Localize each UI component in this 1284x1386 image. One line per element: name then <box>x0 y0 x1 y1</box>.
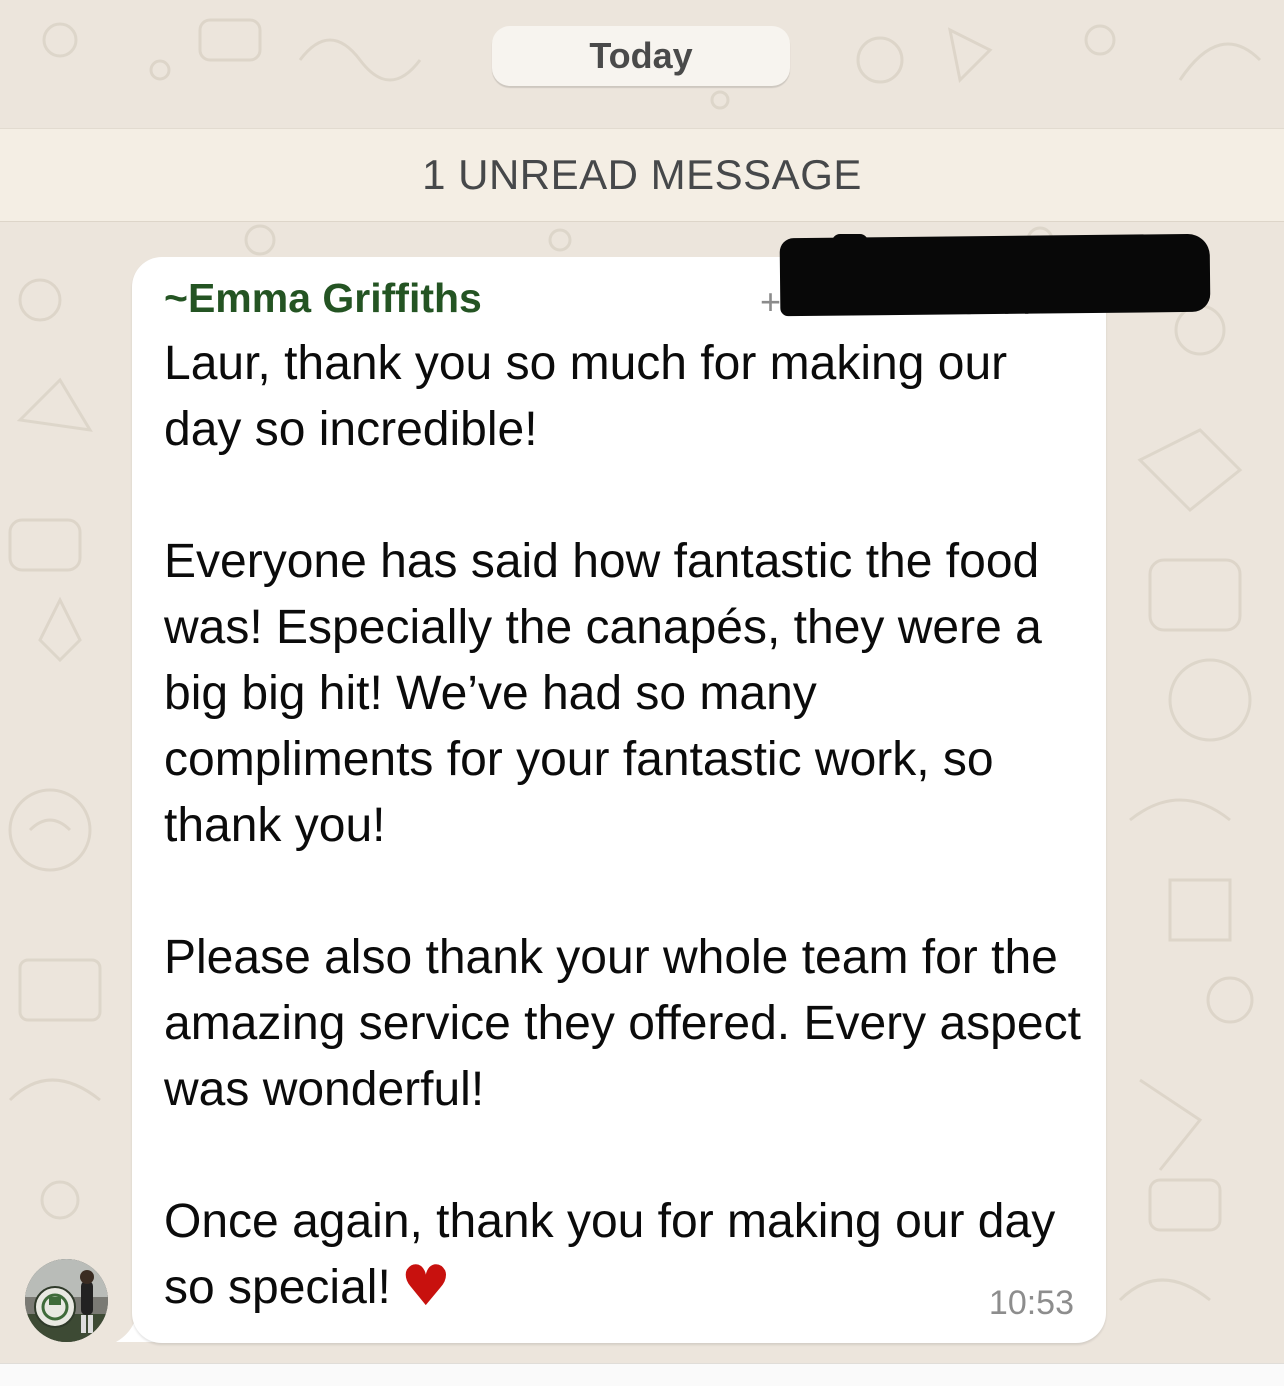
sender-name-text: Emma Griffiths <box>187 275 482 321</box>
red-heart-emoji-icon: ♥ <box>400 1254 451 1319</box>
redaction-mark-edge <box>832 234 868 252</box>
contact-avatar-photo-icon <box>25 1259 108 1342</box>
sender-prefix: ~ <box>164 275 188 321</box>
message-paragraph-1: Laur, thank you so much for making our d… <box>164 337 1021 456</box>
message-paragraph-2: Everyone has said how fantastic the food… <box>164 535 1056 852</box>
sender-name[interactable]: ~Emma Griffiths <box>164 275 482 322</box>
bottom-edge <box>0 1363 1284 1386</box>
message-bubble[interactable]: ~Emma Griffiths +44 7950 116777 Laur, th… <box>132 257 1106 1343</box>
sender-avatar[interactable] <box>25 1259 108 1342</box>
message-timestamp: 10:53 <box>988 1284 1074 1322</box>
message-paragraph-4: Once again, thank you for making our day… <box>164 1195 1069 1314</box>
message-paragraph-3: Please also thank your whole team for th… <box>164 931 1095 1116</box>
message-body: Laur, thank you so much for making our d… <box>164 331 1084 1321</box>
unread-messages-banner: 1 UNREAD MESSAGE <box>0 128 1284 222</box>
date-separator-pill: Today <box>492 26 790 86</box>
